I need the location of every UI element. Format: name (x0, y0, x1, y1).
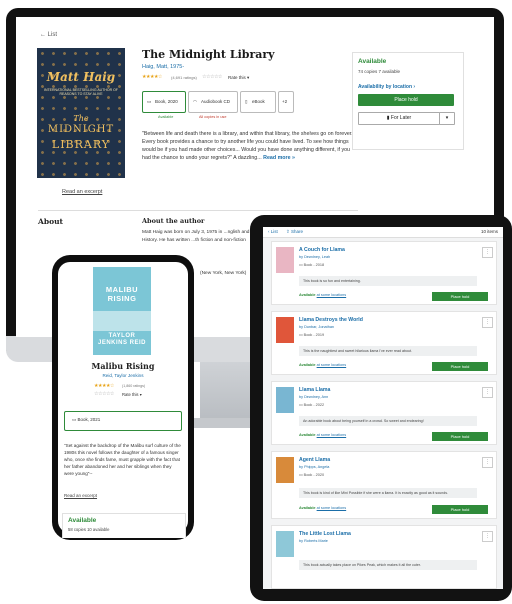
cover-pattern (37, 48, 125, 178)
list-item-cover[interactable] (276, 531, 294, 557)
items-count: 10 items (480, 229, 498, 234)
headphones-icon: ◠ (193, 99, 197, 104)
list-item-format: ▭ Book - 2019 (299, 333, 325, 337)
copies-count: 74 copies 7 available (358, 69, 401, 74)
rate-this-dropdown[interactable]: Rate this ▾ (122, 392, 142, 397)
section-divider (38, 210, 358, 211)
cover-title-line2: MIDNIGHT (47, 124, 115, 135)
list-item-author[interactable]: by Phipps, Angela (299, 465, 329, 469)
tablet-icon: ▯ (245, 99, 248, 104)
cover-title-line1: The (73, 114, 89, 123)
list-item-menu-icon[interactable]: ⋮ (482, 247, 493, 258)
book-title: Malibu Rising (91, 361, 155, 371)
rate-stars-input[interactable]: ☆☆☆☆☆ (202, 74, 222, 80)
rate-stars-input[interactable]: ☆☆☆☆☆ (94, 391, 114, 397)
book-icon: ▭ (147, 99, 152, 104)
cover-author: Matt Haig (46, 70, 116, 84)
cover-author: TAYLOR JENKINS REID (97, 333, 146, 346)
list-item-menu-icon[interactable]: ⋮ (482, 457, 493, 468)
cover-wave (93, 311, 151, 331)
list-item-author[interactable]: by Dewdney, Leah (299, 255, 330, 259)
author-link[interactable]: Haig, Matt, 1975- (142, 64, 184, 70)
list-item-menu-icon[interactable]: ⋮ (482, 531, 493, 542)
author-link[interactable]: Reid, Taylor Jenkins (58, 373, 188, 378)
format-ebook-button[interactable]: ▯ eBook (240, 91, 276, 113)
place-hold-button[interactable]: Place hold (432, 362, 488, 371)
list-item-cover[interactable] (276, 317, 294, 343)
ratings-count[interactable]: (1,860 ratings) (122, 384, 145, 388)
list-item-availability: Available at some locations (299, 506, 347, 510)
about-author-location: (New York, New York) (200, 271, 247, 276)
list-item-summary: An adorable book about being yourself in… (299, 416, 477, 426)
list-item-summary: This book actually takes place on Pikes … (299, 560, 477, 570)
read-excerpt-link[interactable]: Read an excerpt (64, 493, 97, 498)
for-later-button[interactable]: ▮ For Later (358, 112, 440, 125)
rating-stars: ★★★★☆ (142, 74, 162, 80)
format-book-button[interactable]: ▭ Book, 2020 (142, 91, 186, 113)
place-hold-button[interactable]: Place hold (432, 432, 488, 441)
list-item-menu-icon[interactable]: ⋮ (482, 387, 493, 398)
format-book-status: Available (158, 115, 174, 119)
list-item-summary: This is the naughtiest and sweet hilario… (299, 346, 477, 356)
book-cover-midnight-library[interactable]: Matt Haig INTERNATIONAL BESTSELLING AUTH… (37, 48, 125, 178)
more-formats-button[interactable]: +2 (278, 91, 294, 113)
list-item-format: ▭ Book - 2018 (299, 263, 325, 267)
list-item-menu-icon[interactable]: ⋮ (482, 317, 493, 328)
book-description: "Between life and death there is a libra… (142, 131, 353, 161)
availability-status: Available (68, 517, 97, 524)
place-hold-button[interactable]: Place hold (358, 94, 454, 106)
read-more-link[interactable]: Read more » (263, 155, 295, 161)
format-audiobook-status: All copies in use (199, 115, 227, 119)
list-item-cover[interactable] (276, 457, 294, 483)
format-audiobook-button[interactable]: ◠ Audiobook CD (188, 91, 238, 113)
list-item-title[interactable]: The Little Lost Llama (299, 531, 351, 537)
place-hold-button[interactable]: Place hold (432, 292, 488, 301)
list-item-availability: Available at some locations (299, 433, 347, 437)
rating-stars: ★★★★☆ (94, 383, 114, 389)
list-item-cover[interactable] (276, 387, 294, 413)
list-item-title[interactable]: Agent Llama (299, 457, 330, 463)
list-item-format: ▭ Book - 2022 (299, 403, 325, 407)
format-book-label: ▭ Book, 2021 (72, 417, 101, 422)
list-item-title[interactable]: Llama Destroys the World (299, 317, 363, 323)
place-hold-button[interactable]: Place hold (432, 505, 488, 514)
book-description: "Set against the backdrop of the Malibu … (64, 443, 181, 476)
cover-title-line3: LIBRARY (51, 138, 111, 151)
ratings-count[interactable]: (4,691 ratings) (171, 75, 197, 80)
about-author-text: Matt Haig was born on July 3, 1975 in ..… (142, 230, 250, 243)
list-item-cover[interactable] (276, 247, 294, 273)
cover-title: MALIBU RISING (105, 285, 139, 303)
list-item-summary: This book is so fun and entertaining. (299, 276, 477, 286)
list-item-title[interactable]: A Couch for Llama (299, 247, 345, 253)
book-title: The Midnight Library (142, 48, 275, 61)
cover-tagline: INTERNATIONAL BESTSELLING AUTHOR OF REAS… (44, 88, 118, 96)
about-author-heading: About the author (142, 217, 205, 225)
list-item-availability: Available at some locations (299, 293, 347, 297)
back-to-list-link[interactable]: ← List (40, 32, 57, 38)
list-item-title[interactable]: Llama Llama (299, 387, 330, 393)
list-item-author[interactable]: by Roberts Marie (299, 539, 328, 543)
read-excerpt-link[interactable]: Read an excerpt (62, 189, 102, 195)
copies-count: 58 copies 10 available (68, 527, 110, 532)
book-cover-malibu-rising[interactable]: MALIBU RISING TAYLOR JENKINS REID (93, 267, 151, 355)
about-heading: About (38, 217, 63, 226)
list-item-author[interactable]: by Dewdney, Ann (299, 395, 328, 399)
for-later-dropdown[interactable]: ▾ (439, 112, 455, 125)
availability-status: Available (358, 58, 387, 65)
list-item-availability: Available at some locations (299, 363, 347, 367)
list-item-author[interactable]: by Dunbar, Jonathan (299, 325, 334, 329)
back-to-list-link[interactable]: ‹ List (268, 229, 278, 234)
share-button[interactable]: ⇪ Share (286, 229, 303, 235)
availability-by-location-link[interactable]: Availability by location › (358, 84, 415, 90)
list-item-summary: This book is kind of like Mini Possible … (299, 488, 477, 498)
rate-this-dropdown[interactable]: Rate this ▾ (228, 75, 249, 81)
list-item-format: ▭ Book - 2020 (299, 473, 325, 477)
